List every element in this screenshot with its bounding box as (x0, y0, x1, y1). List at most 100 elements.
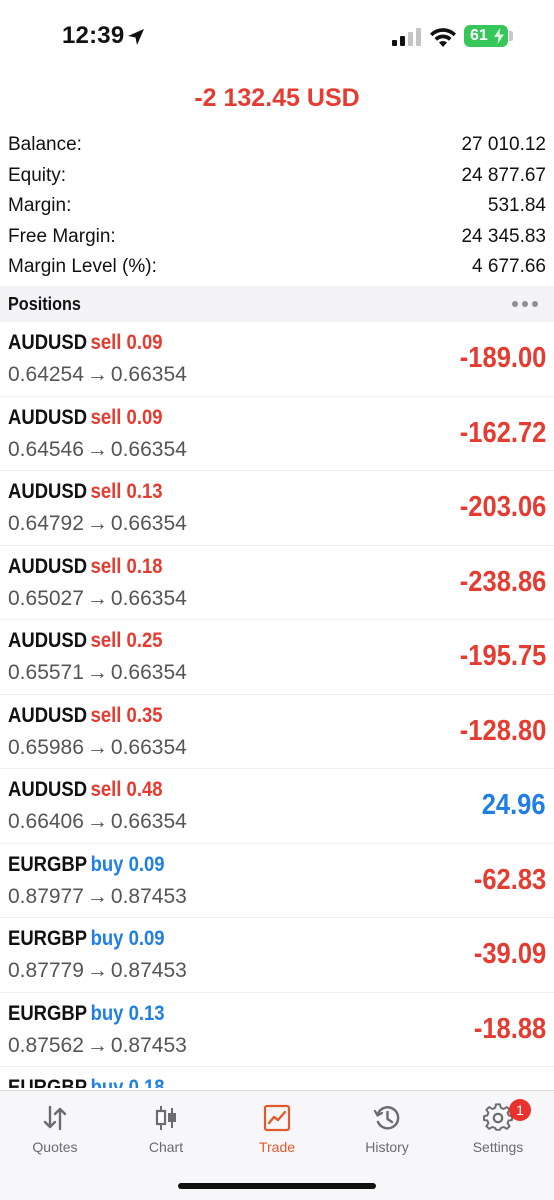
position-row[interactable]: AUDUSD sell 0.35 0.65986 → 0.66354 -128.80 (0, 695, 554, 769)
position-row[interactable]: AUDUSD sell 0.18 0.65027 → 0.66354 -238.86 (0, 546, 554, 620)
battery-cap (509, 31, 513, 41)
position-direction: sell 0.25 (90, 629, 163, 652)
battery-level: 61 (470, 27, 488, 44)
trade-chart-icon (263, 1104, 291, 1132)
total-profit: -2 132.45 USD (194, 84, 360, 112)
summary-value: 27 010.12 (461, 134, 546, 156)
history-clock-icon (373, 1106, 400, 1130)
position-profit: 24.96 (482, 789, 546, 821)
position-direction: sell 0.09 (90, 405, 163, 429)
position-symbol: EURGBP (8, 1076, 88, 1088)
summary-row-margin-level: Margin Level (%): 4 677.66 (0, 252, 554, 283)
position-direction: buy 0.09 (90, 927, 165, 950)
current-price: 0.66354 (110, 810, 187, 833)
notification-badge: 1 (509, 1099, 531, 1121)
current-price: 0.66354 (110, 512, 187, 535)
tab-label: History (365, 1139, 409, 1155)
position-row[interactable]: EURGBP buy 0.09 0.87779 → 0.87453 -39.09 (0, 918, 554, 993)
position-profit: -128.80 (459, 714, 546, 747)
home-indicator (178, 1183, 376, 1189)
position-symbol: EURGBP (8, 1001, 88, 1025)
tab-trade[interactable]: Trade (227, 1103, 327, 1155)
position-row[interactable]: AUDUSD sell 0.25 0.65571 → 0.66354 -195.75 (0, 620, 554, 695)
battery-indicator: 61 (464, 25, 508, 47)
position-direction: sell 0.18 (90, 554, 163, 578)
position-direction: buy 0.18 (90, 1076, 165, 1088)
position-row[interactable]: AUDUSD sell 0.48 0.66406 → 0.66354 24.96 (0, 769, 554, 844)
tab-quotes[interactable]: Quotes (5, 1103, 105, 1155)
open-price: 0.64546 (8, 437, 84, 461)
location-arrow-icon (128, 29, 144, 45)
position-row[interactable]: EURGBP buy 0.13 0.87562 → 0.87453 -18.88 (0, 993, 554, 1067)
tab-history[interactable]: History (337, 1103, 437, 1155)
open-price: 0.66406 (8, 810, 84, 833)
quotes-arrows-icon (43, 1105, 67, 1131)
arrow-right-icon: → (86, 661, 108, 684)
position-profit: -195.75 (459, 640, 546, 672)
position-profit: -39.09 (473, 938, 546, 970)
position-profit: -238.86 (459, 565, 546, 598)
current-price: 0.87453 (110, 884, 187, 908)
open-price: 0.87562 (8, 1033, 84, 1057)
positions-list[interactable]: AUDUSD sell 0.09 0.64254 → 0.66354 -189.00 … (0, 322, 554, 1088)
current-price: 0.66354 (110, 363, 187, 386)
position-direction: sell 0.09 (90, 331, 163, 354)
current-price: 0.66354 (110, 661, 187, 684)
position-profit: -203.06 (459, 491, 546, 523)
position-symbol: AUDUSD (8, 331, 88, 354)
wifi-icon (430, 28, 456, 47)
tab-chart[interactable]: Chart (116, 1103, 216, 1155)
position-symbol: AUDUSD (8, 629, 88, 652)
open-price: 0.65571 (8, 661, 84, 684)
open-price: 0.64792 (8, 512, 84, 535)
position-profit: -18.88 (473, 1012, 546, 1045)
summary-label: Margin Level (%): (8, 256, 157, 278)
arrow-right-icon: → (86, 437, 108, 461)
position-direction: buy 0.13 (90, 1001, 165, 1025)
position-row[interactable]: AUDUSD sell 0.09 0.64254 → 0.66354 -189.00 (0, 322, 554, 397)
position-symbol: EURGBP (8, 927, 88, 950)
current-price: 0.66354 (110, 586, 187, 610)
summary-value: 531.84 (487, 195, 546, 217)
tab-label: Chart (148, 1139, 184, 1155)
position-row[interactable]: EURGBP buy 0.09 0.87977 → 0.87453 -62.83 (0, 844, 554, 918)
arrow-right-icon: → (86, 735, 108, 759)
arrow-right-icon: → (86, 959, 108, 982)
position-direction: sell 0.35 (90, 703, 163, 727)
positions-title: Positions (8, 293, 81, 314)
summary-row-equity: Equity: 24 877.67 (0, 161, 554, 192)
summary-value: 4 677.66 (472, 256, 546, 278)
tab-settings[interactable]: Settings 1 (448, 1099, 548, 1155)
more-options-icon[interactable] (512, 301, 538, 307)
arrow-right-icon: → (86, 884, 108, 908)
position-symbol: EURGBP (8, 852, 88, 876)
charging-bolt-icon (494, 28, 504, 44)
arrow-right-icon: → (86, 586, 108, 610)
current-price: 0.66354 (110, 437, 187, 461)
status-time: 12:39 (62, 22, 125, 49)
open-price: 0.64254 (8, 363, 84, 386)
summary-label: Equity: (8, 164, 67, 186)
position-row[interactable]: AUDUSD sell 0.13 0.64792 → 0.66354 -203.06 (0, 471, 554, 546)
position-row[interactable]: AUDUSD sell 0.09 0.64546 → 0.66354 -162.72 (0, 397, 554, 471)
summary-label: Margin: (8, 195, 72, 217)
arrow-right-icon: → (86, 363, 108, 386)
summary-value: 24 345.83 (461, 225, 546, 247)
arrow-right-icon: → (86, 1033, 108, 1057)
open-price: 0.87977 (8, 884, 84, 908)
arrow-right-icon: → (86, 810, 108, 833)
summary-value: 24 877.67 (461, 164, 546, 186)
arrow-right-icon: → (86, 512, 108, 535)
status-bar: 12:39 61 (0, 0, 554, 72)
open-price: 0.65986 (8, 735, 84, 759)
summary-label: Balance: (8, 134, 82, 156)
position-direction: sell 0.13 (90, 480, 163, 503)
position-symbol: AUDUSD (8, 554, 88, 578)
position-profit: -62.83 (473, 863, 546, 896)
position-symbol: AUDUSD (8, 778, 88, 801)
position-direction: buy 0.09 (90, 852, 165, 876)
tab-label: Quotes (32, 1139, 78, 1155)
summary-row-balance: Balance: 27 010.12 (0, 130, 554, 161)
summary-label: Free Margin: (8, 225, 116, 247)
position-row-partial[interactable]: EURGBP buy 0.18 (0, 1067, 554, 1088)
